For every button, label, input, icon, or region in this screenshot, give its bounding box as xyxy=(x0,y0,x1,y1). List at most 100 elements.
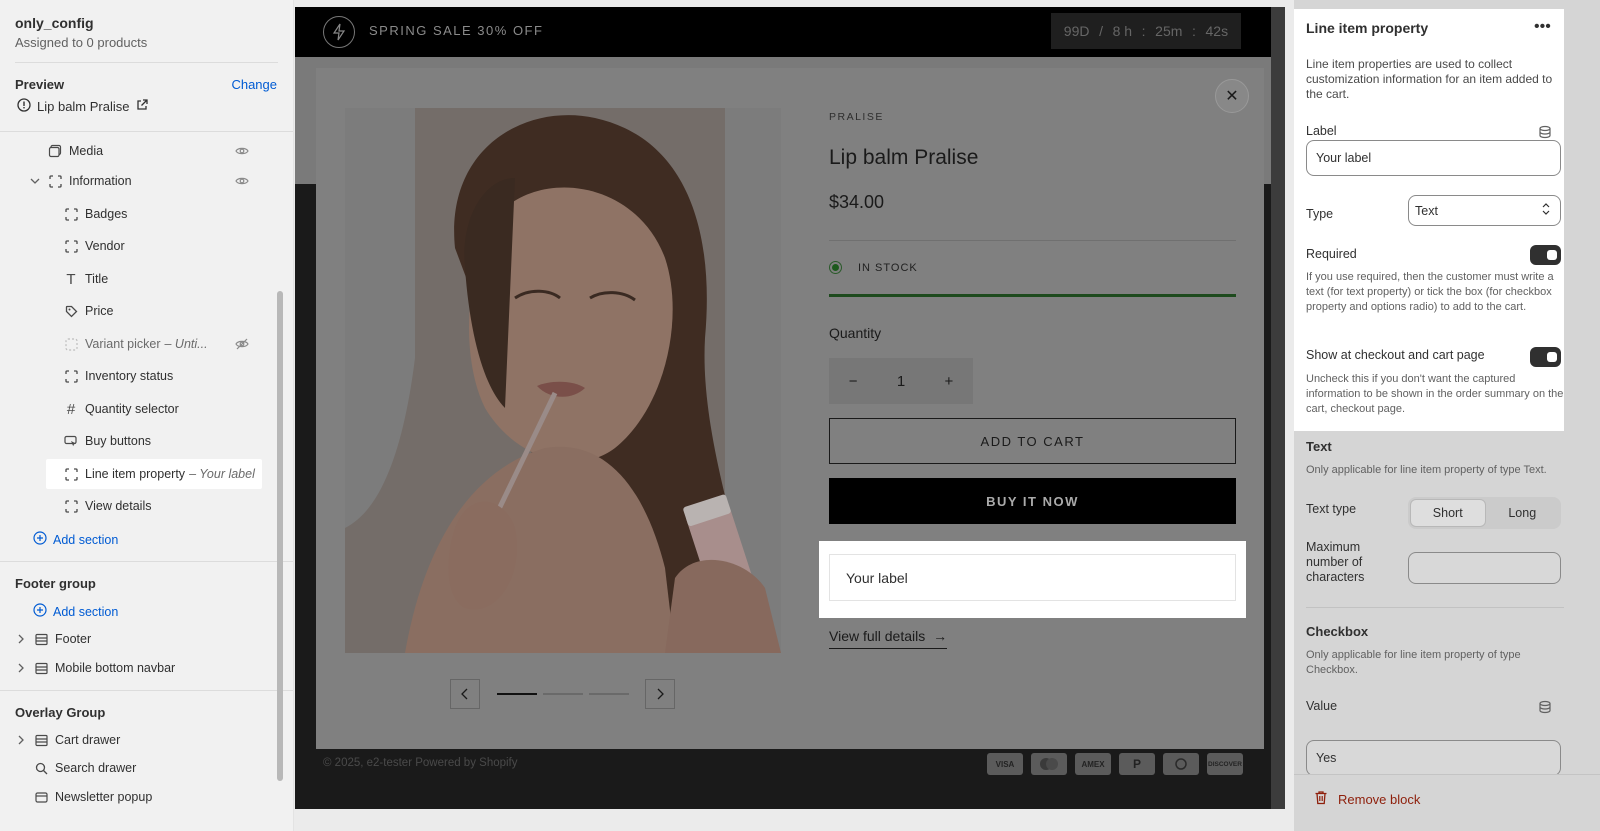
tree-item-newsletter-popup[interactable]: Newsletter popup xyxy=(0,782,270,812)
previous-image-button[interactable] xyxy=(450,679,480,709)
required-toggle[interactable] xyxy=(1530,245,1561,265)
plus-circle-icon xyxy=(33,603,47,620)
tree-item-label: Variant picker xyxy=(85,337,161,351)
line-item-property-input[interactable]: Your label xyxy=(829,554,1236,601)
preview-scroll-track xyxy=(1271,7,1285,809)
add-section-button[interactable]: Add section xyxy=(33,531,118,548)
section-icon xyxy=(34,733,48,747)
add-section-label: Add section xyxy=(53,604,119,619)
type-select[interactable]: Text xyxy=(1408,195,1561,226)
block-icon xyxy=(64,239,78,253)
view-full-details-link[interactable]: View full details → xyxy=(829,628,948,649)
dynamic-source-icon[interactable] xyxy=(1538,125,1552,139)
type-select-value: Text xyxy=(1415,203,1438,218)
tree-item-mobile-bottom-navbar[interactable]: Mobile bottom navbar xyxy=(0,653,270,683)
discover-icon: DISCOVER xyxy=(1207,753,1243,775)
quantity-increase-button[interactable]: + xyxy=(945,373,954,390)
chevron-down-icon[interactable] xyxy=(30,178,40,184)
tree-item-quantity-selector[interactable]: # Quantity selector xyxy=(0,394,270,424)
slide-indicator[interactable] xyxy=(543,693,583,695)
divider xyxy=(829,240,1236,241)
divider xyxy=(1306,607,1564,608)
change-preview-link[interactable]: Change xyxy=(231,77,277,92)
max-characters-input[interactable] xyxy=(1408,552,1561,584)
popup-icon xyxy=(34,790,48,804)
external-link-icon[interactable] xyxy=(136,99,148,114)
eye-off-icon[interactable] xyxy=(234,336,250,352)
line-item-property-block: Your label xyxy=(819,541,1246,618)
tree-item-badges[interactable]: Badges xyxy=(0,199,270,229)
slide-indicator-active[interactable] xyxy=(497,693,537,695)
inventory-bar xyxy=(829,294,1236,297)
tree-item-label: Newsletter popup xyxy=(55,790,153,804)
chevron-right-icon[interactable] xyxy=(16,634,26,644)
timer-separator: / xyxy=(1099,23,1103,39)
countdown-timer: 99D / 8 h : 25m : 42s xyxy=(1051,13,1241,49)
tree-item-inventory-status[interactable]: Inventory status xyxy=(0,361,270,391)
timer-seconds: 42s xyxy=(1205,23,1229,39)
tree-item-cart-drawer[interactable]: Cart drawer xyxy=(0,725,270,755)
dynamic-source-icon[interactable] xyxy=(1538,700,1552,714)
theme-editor-sidebar: only_config Assigned to 0 products Previ… xyxy=(0,0,294,831)
text-section-help: Only applicable for line item property o… xyxy=(1306,464,1547,476)
text-section-title: Text xyxy=(1306,439,1332,454)
eye-icon[interactable] xyxy=(234,143,250,159)
close-modal-button[interactable]: ✕ xyxy=(1215,79,1249,113)
variant-icon xyxy=(64,337,78,351)
tree-item-vendor[interactable]: Vendor xyxy=(0,231,270,261)
preview-product[interactable]: Lip balm Pralise xyxy=(17,98,148,115)
tree-item-buy-buttons[interactable]: Buy buttons xyxy=(0,426,270,456)
text-type-long-option[interactable]: Long xyxy=(1486,499,1560,527)
sidebar-scrollbar[interactable] xyxy=(277,291,283,781)
block-settings-panel: Line item property ••• Line item propert… xyxy=(1294,0,1600,831)
chevron-right-icon[interactable] xyxy=(16,735,26,745)
label-input[interactable]: Your label xyxy=(1306,140,1561,176)
quantity-decrease-button[interactable]: − xyxy=(849,373,858,390)
tree-item-label: Buy buttons xyxy=(85,434,152,448)
tree-item-view-details[interactable]: View details xyxy=(0,491,270,521)
timer-colon: : xyxy=(1141,23,1146,39)
plus-circle-icon xyxy=(33,531,47,548)
block-icon xyxy=(64,467,78,481)
chevron-right-icon[interactable] xyxy=(16,663,26,673)
tree-item-footer[interactable]: Footer xyxy=(0,624,270,654)
show-at-checkout-help-text: Uncheck this if you don't want the captu… xyxy=(1306,373,1564,415)
template-name: only_config xyxy=(15,15,94,31)
tree-item-suffix: – Unti... xyxy=(164,337,208,351)
tree-item-search-drawer[interactable]: Search drawer xyxy=(0,753,270,783)
tree-item-information[interactable]: Information xyxy=(0,166,270,196)
remove-block-button[interactable]: Remove block xyxy=(1314,790,1420,808)
media-icon xyxy=(48,144,62,158)
tree-item-variant-picker[interactable]: Variant picker – Unti... xyxy=(0,329,270,359)
slide-indicator[interactable] xyxy=(589,693,629,695)
quantity-value[interactable]: 1 xyxy=(897,373,905,390)
tree-item-label: Cart drawer xyxy=(55,733,121,747)
tree-item-label: Badges xyxy=(85,207,128,221)
tree-item-label: Price xyxy=(85,304,114,318)
eye-icon[interactable] xyxy=(234,173,250,189)
checkbox-value-input[interactable]: Yes xyxy=(1306,740,1561,776)
announcement-bar: SPRING SALE 30% OFF 99D / 8 h : 25m : 42… xyxy=(295,7,1271,57)
block-title: Line item property xyxy=(1306,20,1429,36)
tree-item-line-item-property[interactable]: Line item property – Your label xyxy=(46,459,262,489)
tree-item-media[interactable]: Media xyxy=(0,136,270,166)
line-item-property-popover: Line item property ••• Line item propert… xyxy=(1294,9,1564,431)
search-icon xyxy=(34,761,48,775)
visa-icon: VISA xyxy=(987,753,1023,775)
next-image-button[interactable] xyxy=(645,679,675,709)
more-actions-button[interactable]: ••• xyxy=(1534,18,1551,36)
text-type-short-option[interactable]: Short xyxy=(1410,499,1486,527)
add-to-cart-button[interactable]: ADD TO CART xyxy=(829,418,1236,464)
lightning-icon xyxy=(323,16,355,48)
required-help-text: If you use required, then the customer m… xyxy=(1306,271,1554,313)
tree-item-title[interactable]: T Title xyxy=(0,264,270,294)
buy-it-now-button[interactable]: BUY IT NOW xyxy=(829,478,1236,524)
show-at-checkout-toggle[interactable] xyxy=(1530,347,1561,367)
product-image[interactable] xyxy=(345,108,781,653)
tree-item-price[interactable]: Price xyxy=(0,296,270,326)
tree-item-suffix: – Your label xyxy=(189,467,255,481)
tree-item-label: Search drawer xyxy=(55,761,137,775)
footer-add-section-button[interactable]: Add section xyxy=(33,603,118,620)
tree-item-label: Vendor xyxy=(85,239,125,253)
diners-icon xyxy=(1163,753,1199,775)
